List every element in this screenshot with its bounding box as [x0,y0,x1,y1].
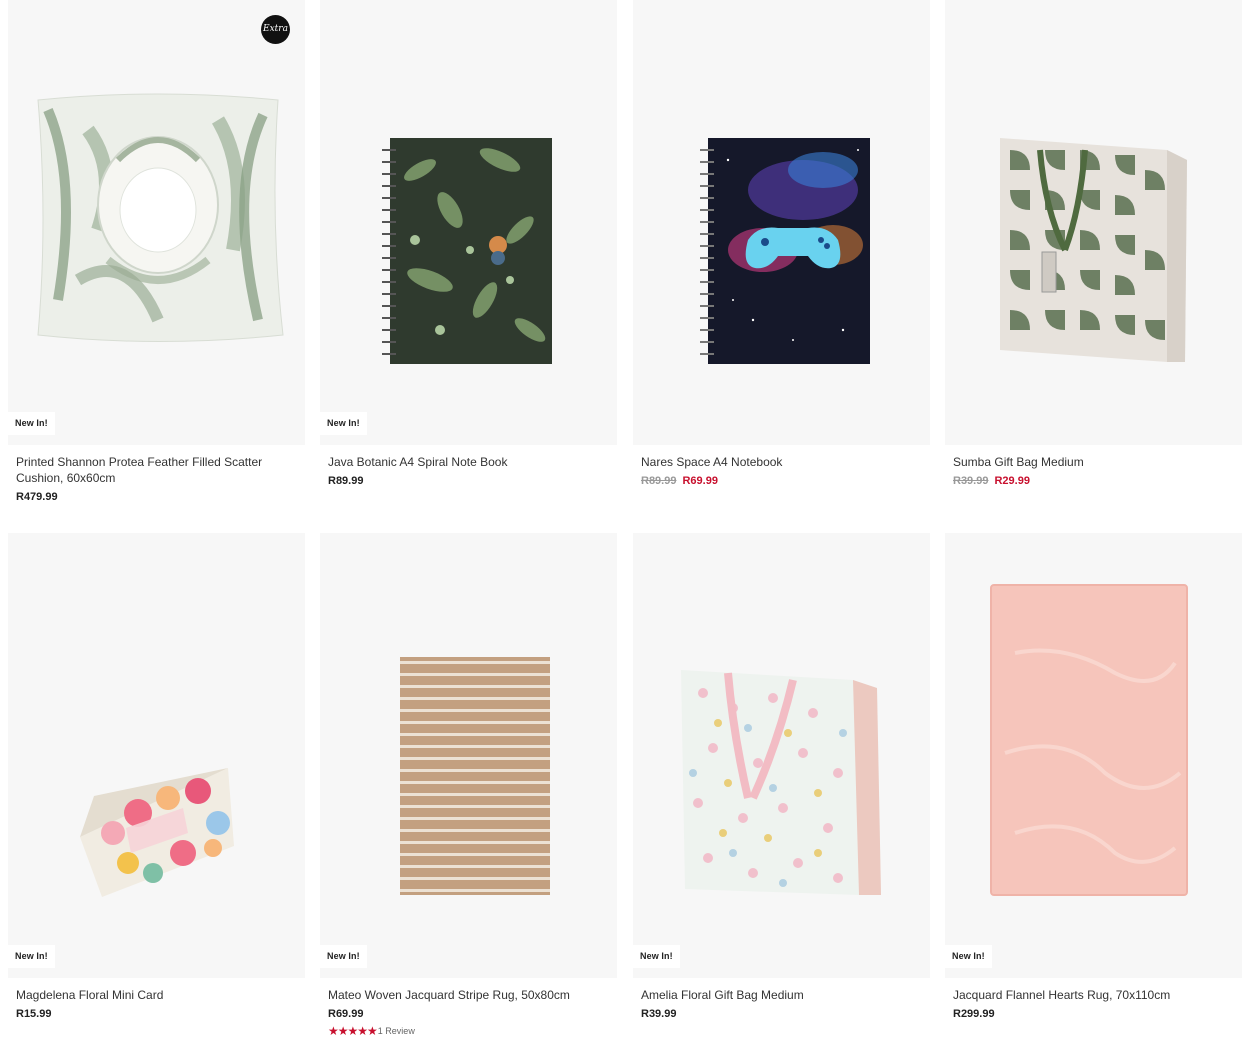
original-price: R89.99 [641,475,677,487]
sale-price: R69.99 [682,475,718,487]
product-image[interactable]: New In! [320,533,617,978]
new-in-badge: New In! [320,945,367,968]
product-card[interactable]: New In! Mateo Woven Jacquard Stripe Rug,… [320,533,617,1038]
new-in-badge: New In! [633,945,680,968]
product-card[interactable]: New In! Jacquard Flannel Hearts Rug, 70x… [945,533,1242,1022]
product-card[interactable]: New In! Magdelena Floral Mini Card R15.9… [8,533,305,1022]
original-price: R39.99 [953,475,989,487]
product-name[interactable]: Sumba Gift Bag Medium [953,454,1234,470]
new-in-badge: New In! [945,945,992,968]
rug-image [400,657,550,895]
product-price: R89.99 [328,475,364,487]
product-card[interactable]: New In! Java Botanic A4 Spiral Note Book… [320,0,617,489]
product-card[interactable]: Sumba Gift Bag Medium R39.99 R29.99 [945,0,1242,489]
product-image[interactable] [633,0,930,445]
review-count[interactable]: 1 Review [378,1026,415,1036]
product-name[interactable]: Jacquard Flannel Hearts Rug, 70x110cm [953,987,1234,1003]
product-card[interactable]: Nares Space A4 Notebook R89.99 R69.99 [633,0,930,489]
product-name[interactable]: Java Botanic A4 Spiral Note Book [328,454,609,470]
product-name[interactable]: Magdelena Floral Mini Card [16,987,297,1003]
product-price: R15.99 [16,1008,52,1020]
product-price: R39.99 [641,1008,677,1020]
cushion-image [37,93,284,342]
notebook-image [700,138,870,364]
gift-bag-image [681,670,881,895]
product-image[interactable]: New In! [8,533,305,978]
new-in-badge: New In! [320,412,367,435]
product-image[interactable]: New In! [945,533,1242,978]
notebook-image [382,138,552,364]
extra-badge: Extra [261,15,290,44]
new-in-badge: New In! [8,412,55,435]
gift-bag-image [1000,138,1187,362]
product-price: R69.99 [328,1008,364,1020]
product-image[interactable]: New In! [633,533,930,978]
product-price: R479.99 [16,491,58,503]
product-image[interactable]: Extra New In! [8,0,305,445]
star-rating-icon: ★★★★★ [328,1024,378,1038]
product-image[interactable]: New In! [320,0,617,445]
product-name[interactable]: Mateo Woven Jacquard Stripe Rug, 50x80cm [328,987,609,1003]
product-name[interactable]: Amelia Floral Gift Bag Medium [641,987,922,1003]
product-name[interactable]: Printed Shannon Protea Feather Filled Sc… [16,454,297,486]
product-card[interactable]: Extra New In! Printed Shannon Protea Fea… [8,0,305,505]
product-rating[interactable]: ★★★★★ 1 Review [328,1024,609,1038]
product-grid: Extra New In! Printed Shannon Protea Fea… [0,0,1250,1052]
sale-price: R29.99 [994,475,1030,487]
rug-image [990,584,1188,896]
product-name[interactable]: Nares Space A4 Notebook [641,454,922,470]
product-card[interactable]: New In! Amelia Floral Gift Bag Medium R3… [633,533,930,1022]
product-price: R299.99 [953,1008,995,1020]
product-image[interactable] [945,0,1242,445]
card-image [80,768,234,897]
new-in-badge: New In! [8,945,55,968]
